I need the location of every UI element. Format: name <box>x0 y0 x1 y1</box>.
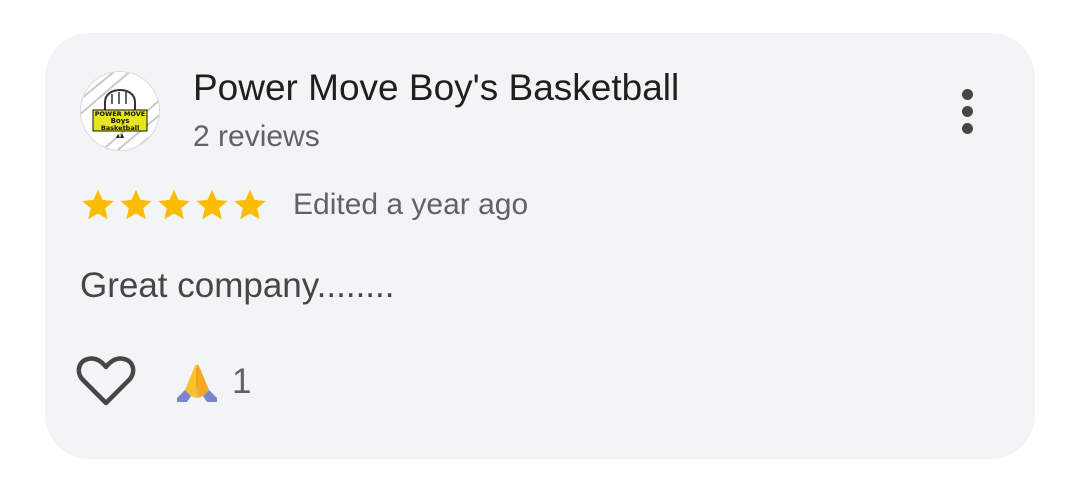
more-vert-icon <box>962 89 973 100</box>
review-text: Great company........ <box>80 266 395 305</box>
power-move-logo: POWER MOVE Boys Basketball <box>81 72 159 150</box>
review-card: POWER MOVE Boys Basketball Power Move Bo… <box>45 33 1035 459</box>
like-button[interactable] <box>75 353 137 409</box>
folded-hands-icon <box>177 364 217 402</box>
review-edited-time: Edited a year ago <box>293 188 529 221</box>
star-icon <box>158 189 190 220</box>
reaction-count: 1 <box>232 362 252 401</box>
star-icon <box>120 189 152 220</box>
star-rating <box>80 187 268 225</box>
more-vert-icon-dot <box>962 106 973 117</box>
star-icon <box>196 189 228 220</box>
reviewer-review-count: 2 reviews <box>193 120 320 153</box>
star-icon <box>82 189 114 220</box>
heart-outline-icon <box>76 356 136 406</box>
star-icon <box>234 189 266 220</box>
folded-hands-emoji[interactable] <box>175 360 219 404</box>
more-vert-icon-dot <box>962 123 973 134</box>
reviewer-name[interactable]: Power Move Boy's Basketball <box>193 66 679 110</box>
logo-line3: Basketball <box>101 124 139 132</box>
more-options-button[interactable] <box>943 79 993 143</box>
reviewer-avatar[interactable]: POWER MOVE Boys Basketball <box>80 71 160 151</box>
